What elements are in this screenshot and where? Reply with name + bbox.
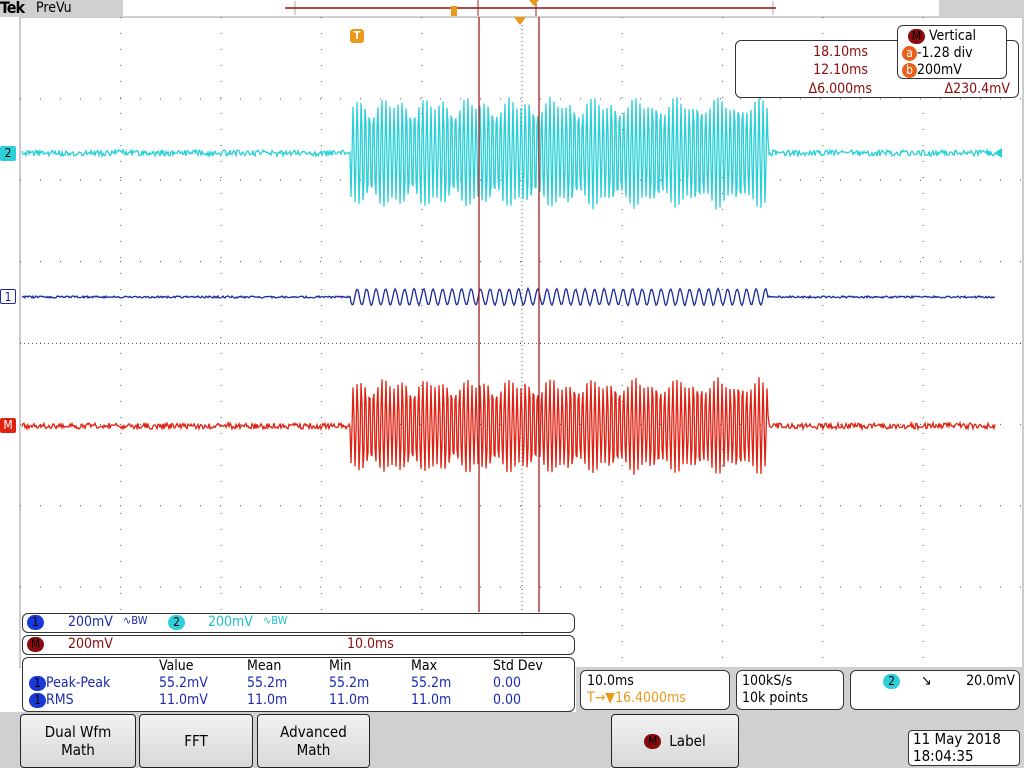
trigger-source-icon: 2 (883, 674, 900, 689)
measurement-max: 55.2m (407, 675, 489, 692)
cursor-a-value: -1.28 div (917, 45, 973, 61)
measurement-mean: 11.0m (243, 692, 325, 709)
cursor-b-time: 12.10ms (813, 62, 868, 78)
trigger-readout[interactable]: 2 ↘ 20.0mV (850, 670, 1020, 710)
measurement-max: 11.0m (407, 692, 489, 709)
trigger-delay-icon: T→▼ (587, 690, 615, 706)
trigger-slope-icon: ↘ (921, 673, 932, 689)
cursor-delta-time: Δ6.000ms (809, 81, 873, 97)
measurement-std-dev: 0.00 (489, 675, 547, 692)
record-length: 10k points (742, 690, 808, 706)
measurement-table: Value Mean Min Max Std Dev 1 Peak-Peak 55… (22, 657, 575, 712)
measurement-value: 55.2mV (155, 675, 243, 692)
math-ground-marker[interactable]: M (0, 418, 16, 433)
time: 18:04:35 (913, 748, 1019, 765)
math-icon: M (908, 29, 925, 44)
cursor-b-icon: b (902, 63, 917, 78)
vertical-cursor-panel[interactable]: M Vertical a -1.28 div b 200mV (897, 25, 1007, 79)
ch1-bandwidth-icon: ∿BW (123, 614, 147, 627)
ch2-scale[interactable]: 200mV (208, 614, 253, 630)
horizontal-scale: 10.0ms (587, 673, 634, 689)
horizontal-delay: 16.4000ms (615, 690, 686, 706)
header-min: Min (325, 658, 407, 675)
math-timebase: 10.0ms (347, 636, 394, 652)
button-label: Advanced Math (274, 723, 354, 759)
date: 11 May 2018 (913, 731, 1019, 748)
math-readout[interactable]: M 200mV 10.0ms (22, 635, 575, 655)
measurement-row[interactable]: 1 Peak-Peak 55.2mV 55.2m 55.2m 55.2m 0.00 (25, 675, 547, 692)
sample-rate: 100kS/s (742, 673, 792, 689)
ch1-icon: 1 (29, 693, 46, 708)
ch2-ground-marker[interactable]: 2 (0, 146, 16, 161)
ch1-ground-marker[interactable]: 1 (0, 289, 16, 304)
fft-button[interactable]: FFT (139, 714, 253, 768)
cursor-b-value: 200mV (917, 62, 962, 78)
button-label: Dual Wfm Math (38, 723, 118, 759)
ch2-icon: 2 (168, 615, 185, 630)
math-scale[interactable]: 200mV (68, 636, 113, 652)
cursor-mode: Vertical (929, 28, 976, 44)
header-max: Max (407, 658, 489, 675)
math-icon: M (27, 637, 44, 652)
measurement-row[interactable]: 1 RMS 11.0mV 11.0m 11.0m 11.0m 0.00 (25, 692, 547, 709)
acquisition-mode: PreVu (36, 0, 72, 16)
header-value: Value (155, 658, 243, 675)
measurement-name: RMS (46, 692, 74, 708)
cursor-a-icon: a (902, 46, 917, 61)
trigger-position-marker[interactable]: T (350, 24, 364, 43)
measurement-name: Peak-Peak (46, 675, 110, 691)
acquisition-readout[interactable]: 100kS/s 10k points (736, 670, 844, 710)
dual-wfm-math-button[interactable]: Dual Wfm Math (20, 714, 136, 768)
header-std-dev: Std Dev (489, 658, 547, 675)
math-icon: M (644, 734, 661, 749)
channel-readout[interactable]: 1 200mV ∿BW 2 200mV ∿BW (22, 613, 575, 633)
measurement-value: 11.0mV (155, 692, 243, 709)
horizontal-readout[interactable]: 10.0ms T→▼16.4000ms (580, 670, 730, 710)
trigger-level: 20.0mV (966, 673, 1015, 689)
ch1-icon: 1 (27, 615, 44, 630)
record-overview[interactable] (123, 0, 939, 16)
header-mean: Mean (243, 658, 325, 675)
measurement-mean: 55.2m (243, 675, 325, 692)
ch2-bandwidth-icon: ∿BW (263, 614, 287, 627)
waveform-display[interactable] (0, 17, 1024, 668)
button-label: FFT (184, 732, 208, 750)
brand-logo: Tek (0, 0, 24, 17)
label-button[interactable]: M Label (611, 714, 739, 768)
measurement-min: 11.0m (325, 692, 407, 709)
cursor-delta-voltage: Δ230.4mV (944, 81, 1010, 97)
measurement-min: 55.2m (325, 675, 407, 692)
cursor-a-time: 18.10ms (813, 44, 868, 60)
ch1-scale[interactable]: 200mV (68, 614, 113, 630)
ch1-icon: 1 (29, 676, 46, 691)
datetime: 11 May 2018 18:04:35 (908, 730, 1020, 766)
advanced-math-button[interactable]: Advanced Math (257, 714, 370, 768)
button-label: Label (669, 732, 705, 750)
measurement-std-dev: 0.00 (489, 692, 547, 709)
